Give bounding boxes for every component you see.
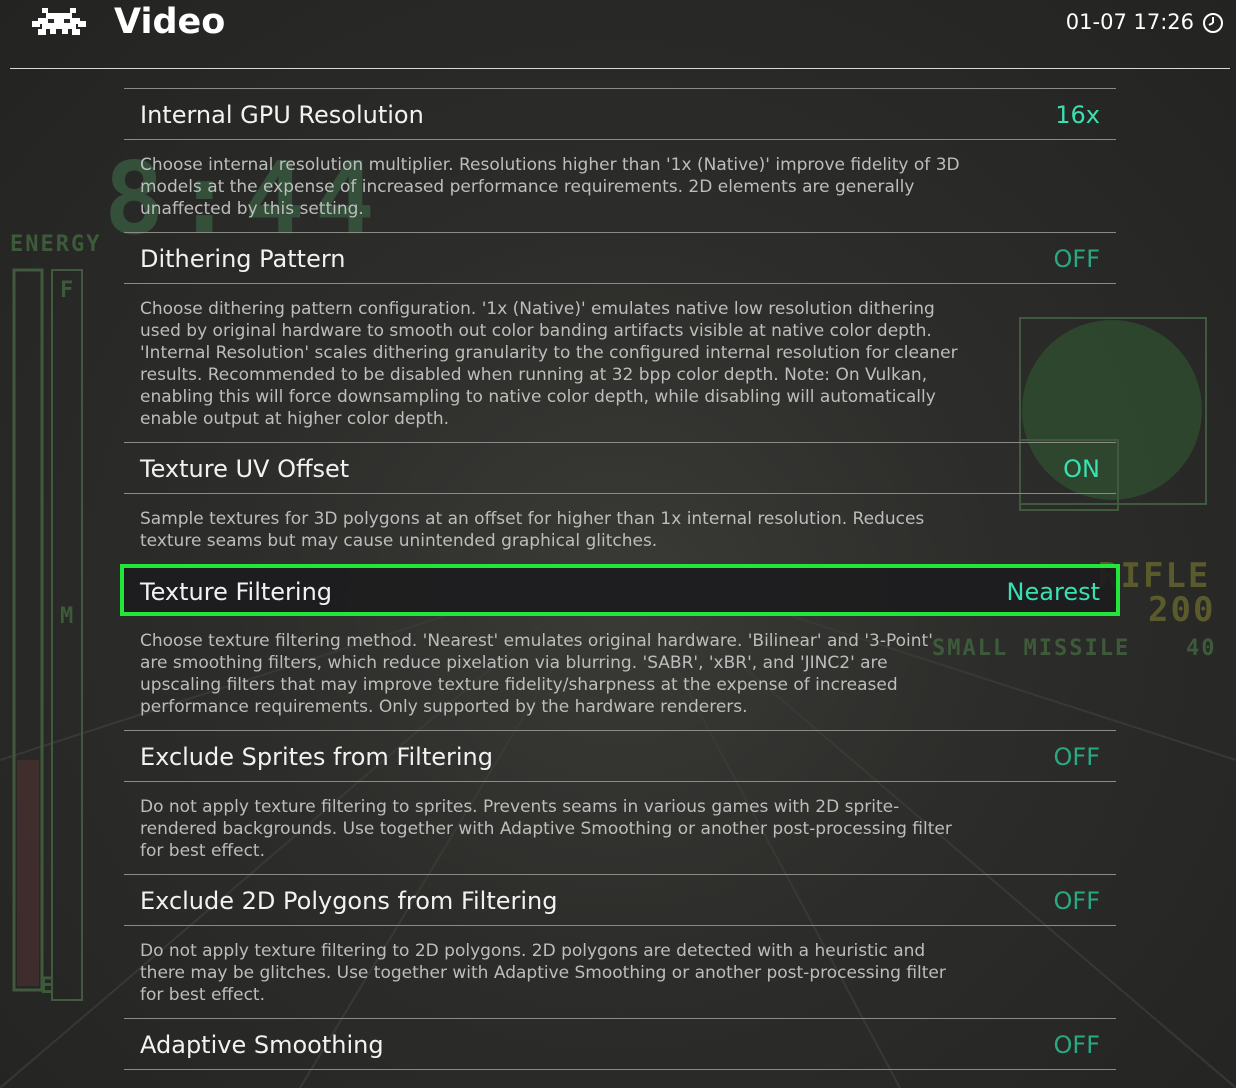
bg-missile-count-text: 40	[1186, 636, 1217, 661]
setting-row-exclude-sprites-from-filtering[interactable]: Exclude Sprites from Filtering OFF	[124, 730, 1116, 782]
setting-description: Do not apply texture filtering to 2D pol…	[140, 941, 946, 1005]
setting-row-dithering-pattern[interactable]: Dithering Pattern OFF	[124, 232, 1116, 284]
setting-label: Adaptive Smoothing	[140, 1031, 384, 1059]
setting-description: Choose dithering pattern configuration. …	[140, 299, 958, 429]
setting-row-internal-gpu-resolution[interactable]: Internal GPU Resolution 16x	[124, 88, 1116, 140]
retroarch-invader-icon	[32, 8, 86, 35]
bg-gauge-bottom-text: E	[40, 974, 56, 999]
setting-row-exclude-2d-polygons-from-filtering[interactable]: Exclude 2D Polygons from Filtering OFF	[124, 874, 1116, 926]
bg-gauge-mid-text: M	[60, 604, 76, 629]
setting-value: 16x	[1055, 101, 1100, 129]
setting-row-texture-uv-offset[interactable]: Texture UV Offset ON	[124, 442, 1116, 494]
setting-label: Exclude 2D Polygons from Filtering	[140, 887, 558, 915]
setting-label: Dithering Pattern	[140, 245, 346, 273]
setting-description: Do not apply texture filtering to sprite…	[140, 797, 952, 861]
clock-text: 01-07 17:26	[1065, 10, 1194, 34]
setting-value: OFF	[1053, 1031, 1101, 1059]
setting-row-adaptive-smoothing[interactable]: Adaptive Smoothing OFF	[124, 1018, 1116, 1070]
setting-value: OFF	[1053, 743, 1101, 771]
settings-list: Internal GPU Resolution 16x Choose inter…	[120, 88, 1120, 1070]
setting-label: Exclude Sprites from Filtering	[140, 743, 493, 771]
setting-description: Choose texture filtering method. 'Neares…	[140, 631, 933, 717]
setting-value: OFF	[1053, 887, 1101, 915]
header-bar: Video 01-07 17:26	[0, 0, 1236, 66]
header-divider	[10, 68, 1230, 69]
setting-label: Texture UV Offset	[140, 455, 350, 483]
setting-label: Texture Filtering	[140, 578, 333, 606]
setting-description: Sample textures for 3D polygons at an of…	[140, 509, 925, 551]
page-title: Video	[114, 2, 226, 42]
setting-description: Choose internal resolution multiplier. R…	[140, 155, 960, 219]
setting-value: OFF	[1053, 245, 1101, 273]
setting-value: Nearest	[1006, 578, 1100, 606]
setting-value: ON	[1063, 455, 1100, 483]
setting-row-texture-filtering[interactable]: Texture Filtering Nearest	[120, 564, 1120, 616]
bg-energy-text: ENERGY	[10, 232, 102, 257]
setting-label: Internal GPU Resolution	[140, 101, 424, 129]
bg-ammo-text: 200	[1148, 590, 1216, 630]
clock-icon	[1203, 13, 1223, 33]
bg-gauge-top-text: F	[60, 278, 76, 303]
